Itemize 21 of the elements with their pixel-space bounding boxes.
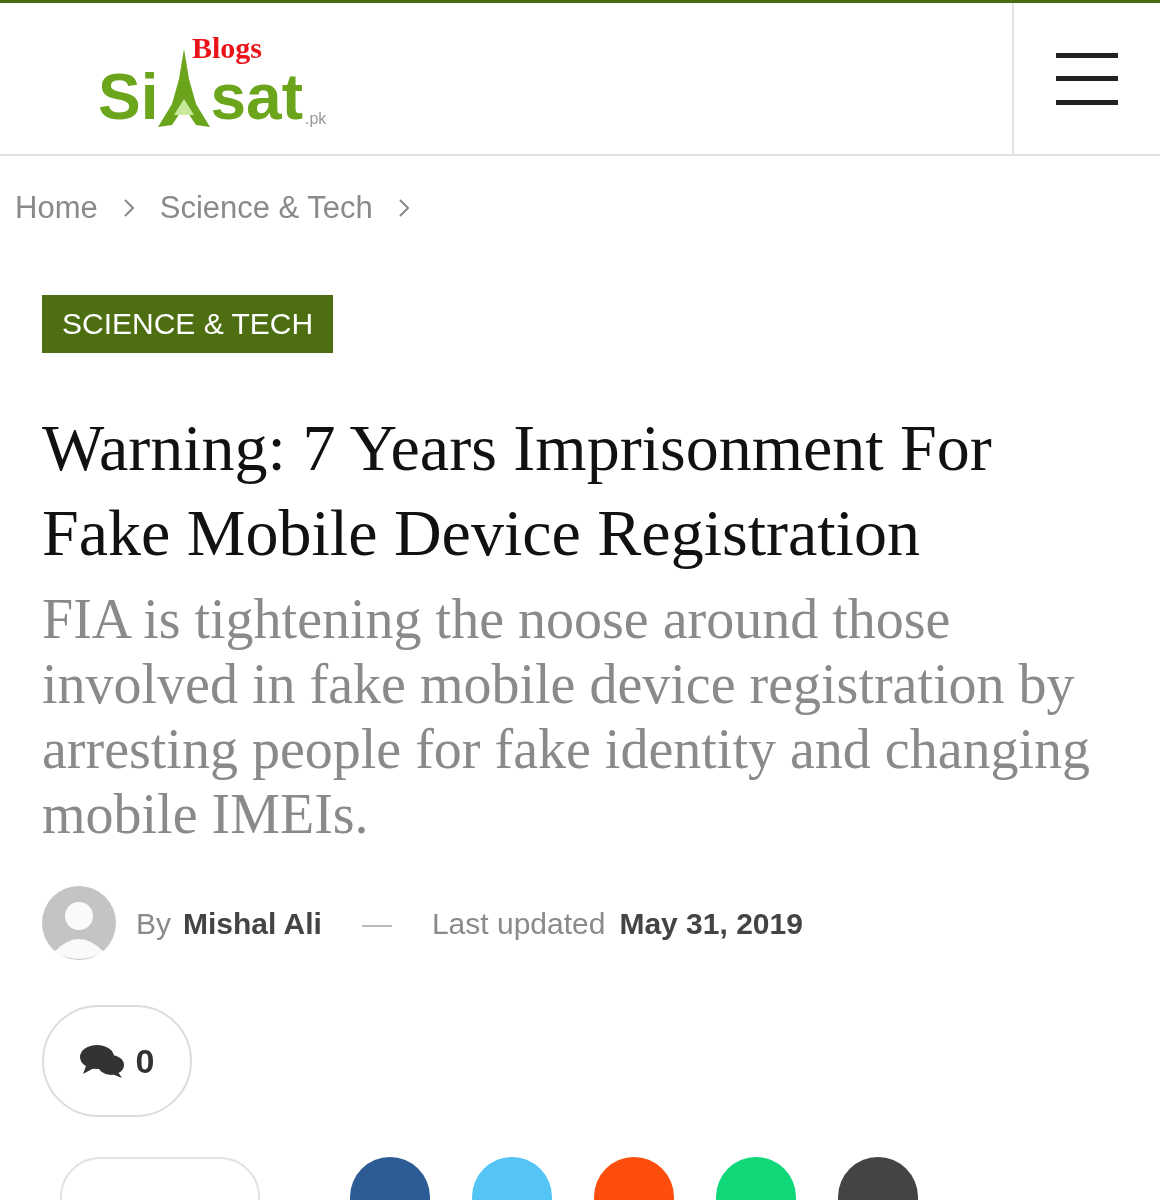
breadcrumb-link[interactable]: Science & Tech: [159, 184, 373, 232]
article-subtitle: FIA is tightening the noose around those involved in fake mobile device registration by arresting people for fake identity and changing mobile IMEIs.: [42, 587, 1092, 847]
comments-icon: [79, 1044, 124, 1078]
breadcrumb-link[interactable]: Home: [15, 184, 98, 232]
author-link[interactable]: Mishal Ali: [183, 900, 322, 946]
logo-text: Si: [98, 64, 159, 129]
menu-icon[interactable]: [1056, 52, 1118, 105]
logo-text: sat: [210, 64, 303, 129]
logo-blogs-text: Blogs: [192, 32, 263, 63]
logo-suffix: .pk: [304, 110, 327, 127]
article-title: Warning: 7 Years Imprisonment For Fake Mobile Device Registration: [42, 410, 993, 571]
category-badge[interactable]: SCIENCE & TECH: [42, 295, 334, 353]
chevron-right-icon: [123, 199, 134, 217]
chevron-right-icon: [398, 199, 409, 217]
date-text: May 31, 2019: [619, 905, 803, 942]
comments-button[interactable]: 0: [42, 1005, 192, 1117]
avatar-icon: [42, 886, 116, 960]
byline-label: By: [136, 905, 171, 942]
separator: —: [361, 905, 392, 942]
site-logo[interactable]: Si sat.pk Blogs: [98, 28, 327, 129]
updated-label: Last updated: [431, 905, 606, 942]
